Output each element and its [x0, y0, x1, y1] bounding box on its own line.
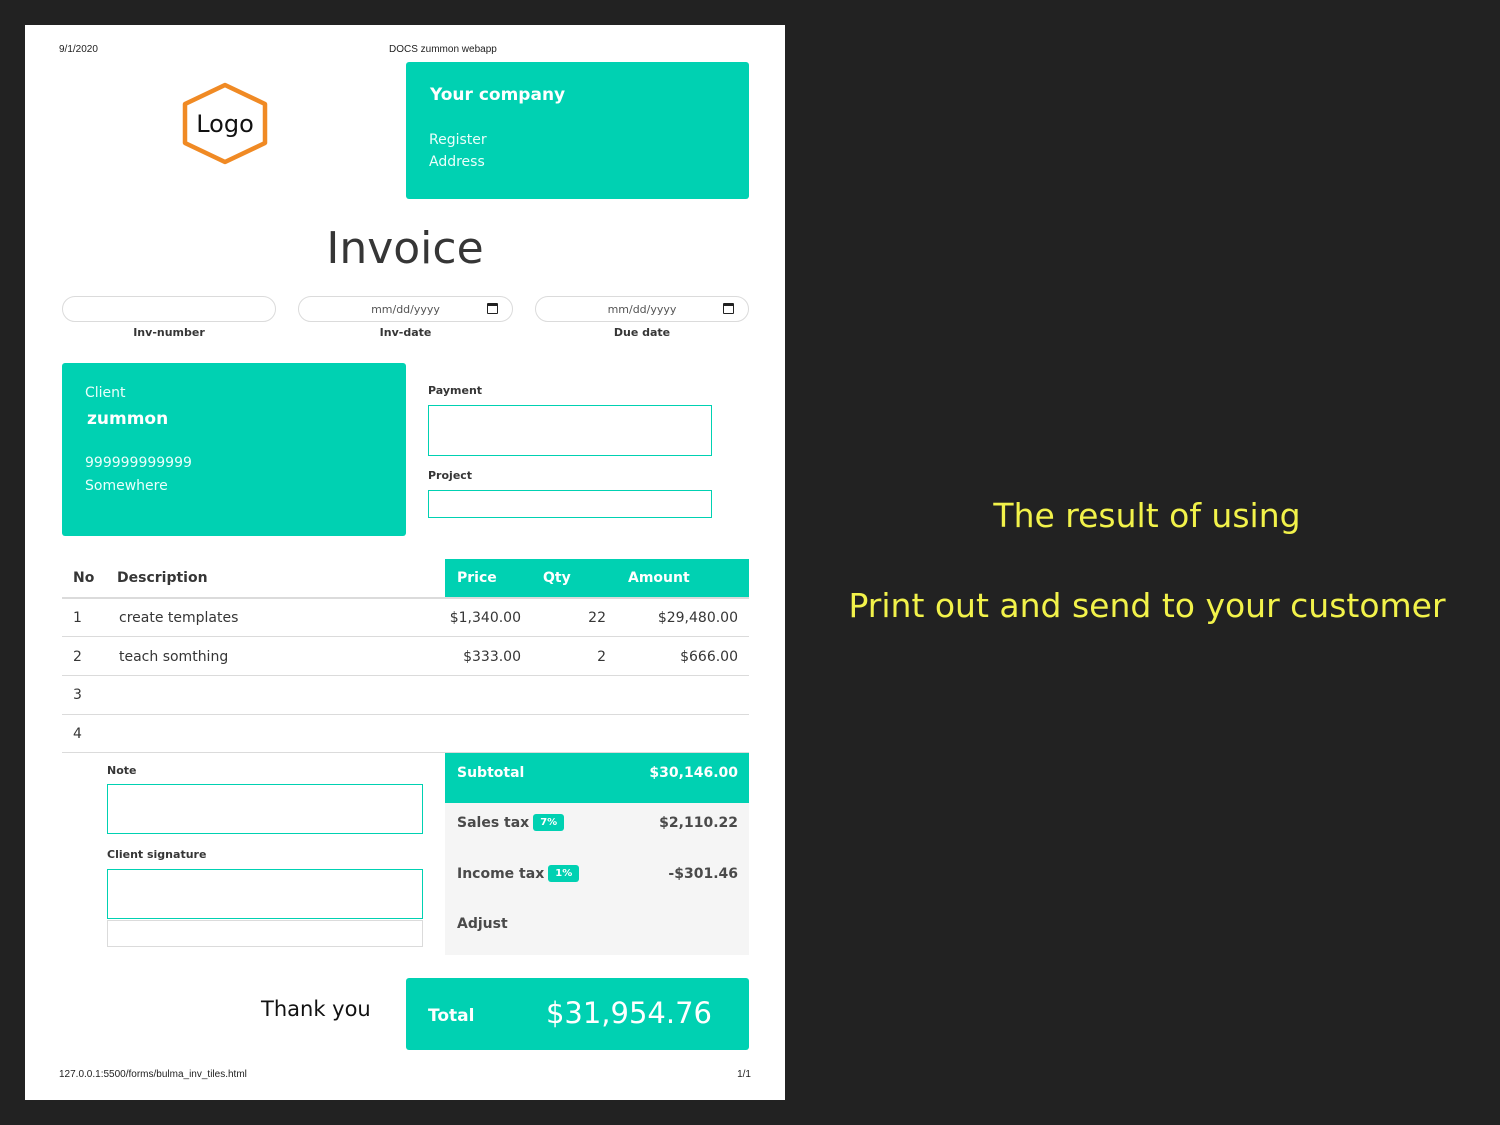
row-price: $1,340.00	[449, 610, 521, 626]
due-date-input[interactable]: mm/dd/yyyy	[535, 296, 749, 322]
invoice-title: Invoice	[326, 223, 484, 274]
company-info-box: Your company Register Address	[406, 62, 749, 199]
project-label: Project	[428, 469, 473, 482]
client-address: Somewhere	[85, 478, 168, 494]
print-url: 127.0.0.1:5500/forms/bulma_inv_tiles.htm…	[59, 1069, 247, 1080]
print-page-number: 1/1	[737, 1069, 751, 1080]
grand-total-box: Total $31,954.76	[406, 978, 749, 1050]
subtotal-value: $30,146.00	[649, 765, 738, 781]
signature-field[interactable]	[107, 869, 423, 919]
note-label: Note	[107, 764, 137, 777]
income-tax-rate-badge[interactable]: 1%	[548, 865, 580, 882]
row-no: 3	[73, 687, 82, 703]
caption-line-2: Print out and send to your customer	[848, 586, 1446, 625]
row-description: create templates	[119, 610, 239, 626]
col-header-price: Price	[457, 570, 497, 586]
due-date-placeholder: mm/dd/yyyy	[607, 303, 677, 316]
row-no: 1	[73, 610, 82, 626]
col-header-description: Description	[117, 570, 208, 586]
note-field[interactable]	[107, 784, 423, 834]
payment-field[interactable]	[428, 405, 712, 456]
sales-tax-rate-badge[interactable]: 7%	[533, 814, 565, 831]
signature-label: Client signature	[107, 848, 207, 861]
payment-label: Payment	[428, 384, 483, 397]
sales-tax-row: Sales tax 7%	[457, 812, 565, 831]
table-divider	[62, 597, 749, 599]
logo-text: Logo	[196, 110, 254, 138]
row-amount: $666.00	[680, 649, 738, 665]
inv-number-label: Inv-number	[133, 326, 205, 339]
client-info-box: Client zummon 999999999999 Somewhere	[62, 363, 406, 536]
sales-tax-label: Sales tax	[457, 815, 530, 831]
subtotal-label: Subtotal	[457, 765, 525, 781]
row-no: 4	[73, 726, 82, 742]
inv-date-placeholder: mm/dd/yyyy	[371, 303, 440, 316]
table-row-divider	[62, 675, 749, 676]
print-date: 9/1/2020	[59, 44, 98, 55]
company-title: Your company	[430, 85, 566, 105]
row-price: $333.00	[463, 649, 521, 665]
total-label: Total	[428, 1006, 475, 1026]
client-label: Client	[85, 385, 126, 401]
caption-line-1: The result of using	[993, 496, 1301, 535]
row-qty: 2	[597, 649, 606, 665]
col-header-no: No	[73, 570, 95, 586]
sales-tax-value: $2,110.22	[659, 815, 738, 831]
row-description: teach somthing	[119, 649, 229, 665]
table-row-divider	[62, 714, 749, 715]
inv-number-input[interactable]	[62, 296, 276, 322]
company-register: Register	[429, 132, 487, 148]
adjust-label: Adjust	[457, 916, 508, 932]
inv-date-input[interactable]: mm/dd/yyyy	[298, 296, 513, 322]
row-qty: 22	[588, 610, 606, 626]
total-value: $31,954.76	[545, 996, 712, 1030]
income-tax-row: Income tax 1%	[457, 863, 580, 882]
inv-date-label: Inv-date	[379, 326, 432, 339]
client-phone: 999999999999	[85, 455, 192, 471]
income-tax-label: Income tax	[457, 866, 545, 882]
row-no: 2	[73, 649, 82, 665]
calendar-icon[interactable]	[723, 303, 734, 314]
company-address: Address	[429, 154, 485, 170]
thank-you-text: Thank you	[261, 997, 371, 1021]
project-field[interactable]	[428, 490, 712, 518]
client-name: zummon	[87, 409, 169, 429]
printed-invoice-page: 9/1/2020 DOCS zummon webapp Logo Your co…	[25, 25, 785, 1100]
table-row-divider	[62, 636, 749, 637]
subtotal-row: Subtotal $30,146.00	[445, 753, 749, 803]
signature-line-box	[107, 920, 423, 947]
col-header-amount: Amount	[628, 570, 690, 586]
company-logo: Logo	[180, 81, 270, 165]
due-date-label: Due date	[613, 326, 671, 339]
row-amount: $29,480.00	[657, 610, 738, 626]
income-tax-value: -$301.46	[668, 866, 738, 882]
print-doc-title: DOCS zummon webapp	[389, 44, 497, 55]
col-header-qty: Qty	[543, 570, 571, 586]
calendar-icon[interactable]	[487, 303, 498, 314]
